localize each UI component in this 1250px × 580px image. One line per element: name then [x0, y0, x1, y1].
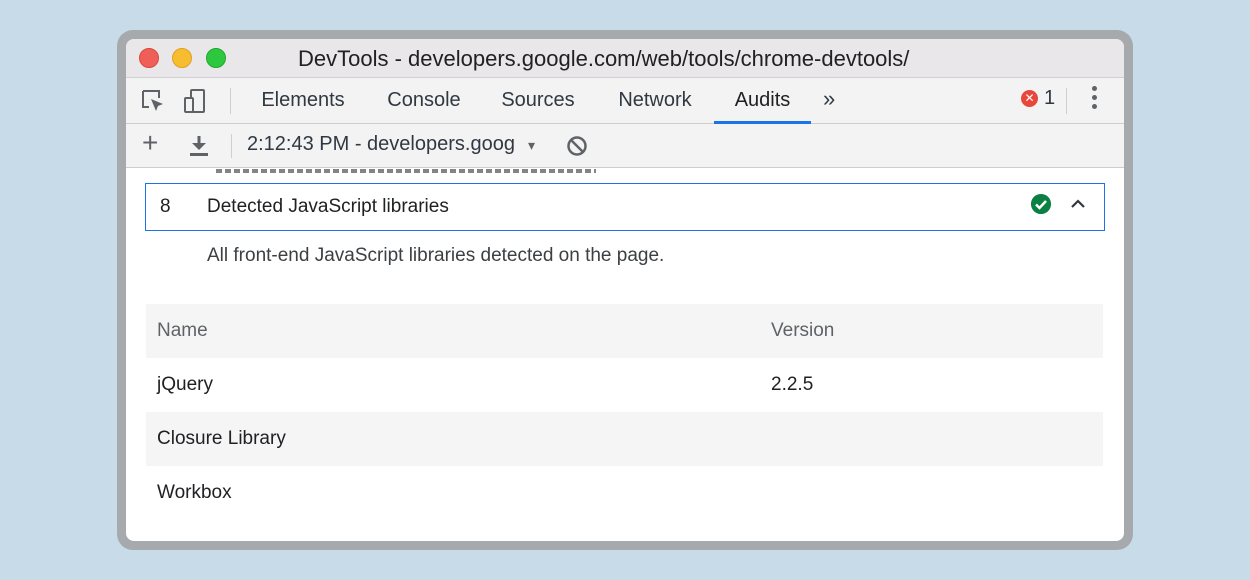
pass-check-icon: [1031, 194, 1051, 214]
clear-block-icon[interactable]: [566, 135, 588, 157]
toolbar-divider: [1066, 88, 1067, 114]
tab-console[interactable]: Console: [376, 78, 472, 124]
devtools-window: DevTools - developers.google.com/web/too…: [117, 30, 1133, 550]
column-header-version: Version: [771, 320, 835, 341]
audit-index: 8: [160, 196, 171, 217]
library-name: Closure Library: [157, 428, 286, 449]
title-bar: DevTools - developers.google.com/web/too…: [126, 39, 1124, 77]
tab-audits[interactable]: Audits: [714, 78, 811, 124]
tab-network[interactable]: Network: [604, 78, 706, 124]
chevron-up-icon[interactable]: [1070, 196, 1086, 212]
report-select[interactable]: 2:12:43 PM - developers.goog: [247, 133, 515, 156]
audits-toolbar: + 2:12:43 PM - developers.goog ▾: [126, 124, 1124, 168]
audit-row[interactable]: 8 Detected JavaScript libraries: [145, 183, 1105, 231]
maximize-window-button[interactable]: [206, 48, 226, 68]
download-icon[interactable]: [188, 134, 210, 158]
add-icon[interactable]: +: [142, 128, 158, 158]
table-row: jQuery 2.2.5: [146, 358, 1103, 412]
audit-title: Detected JavaScript libraries: [207, 196, 449, 217]
inspect-element-icon[interactable]: [140, 88, 166, 114]
panel-tab-bar: Elements Console Sources Network Audits …: [126, 77, 1124, 124]
error-count[interactable]: 1: [1044, 87, 1055, 110]
library-name: Workbox: [157, 482, 232, 503]
tab-sources[interactable]: Sources: [490, 78, 586, 124]
audit-description: All front-end JavaScript libraries detec…: [207, 245, 665, 266]
window-title: DevTools - developers.google.com/web/too…: [298, 46, 910, 71]
table-row: Closure Library: [146, 412, 1103, 466]
library-version: 2.2.5: [771, 374, 814, 395]
device-toolbar-icon[interactable]: [182, 88, 208, 114]
minimize-window-button[interactable]: [172, 48, 192, 68]
error-icon[interactable]: ✕: [1021, 90, 1038, 107]
previous-audit-row-fragment: [216, 169, 596, 173]
table-header-row: Name Version: [146, 304, 1103, 358]
tab-elements[interactable]: Elements: [250, 78, 356, 124]
dropdown-caret-icon[interactable]: ▾: [528, 137, 535, 154]
toolbar-divider: [230, 88, 231, 114]
window-content: DevTools - developers.google.com/web/too…: [126, 39, 1124, 541]
library-name: jQuery: [157, 374, 213, 395]
column-header-name: Name: [157, 320, 208, 341]
table-row: Workbox: [146, 466, 1103, 520]
close-window-button[interactable]: [139, 48, 159, 68]
more-tabs-icon[interactable]: »: [823, 86, 835, 112]
library-table: Name Version jQuery 2.2.5 Closure Librar…: [146, 304, 1103, 520]
more-options-icon[interactable]: [1092, 86, 1098, 114]
toolbar-divider: [231, 134, 232, 158]
